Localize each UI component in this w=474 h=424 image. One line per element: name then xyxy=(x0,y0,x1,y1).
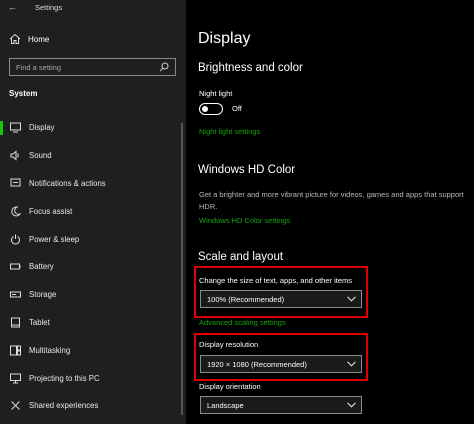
night-light-state: Off xyxy=(232,104,242,113)
sidebar-item-label: Storage xyxy=(29,290,57,300)
sidebar-item-sound[interactable]: Sound xyxy=(0,142,186,170)
brightness-heading: Brightness and color xyxy=(198,62,303,74)
hd-color-description: Get a brighter and more vibrant picture … xyxy=(199,190,464,211)
night-light-settings-link[interactable]: Night light settings xyxy=(199,127,260,136)
sidebar-item-shared-experiences[interactable]: Shared experiences xyxy=(0,392,186,420)
night-light-label: Night light xyxy=(199,89,233,98)
sidebar-item-storage[interactable]: Storage xyxy=(0,281,186,309)
battery-icon xyxy=(10,263,21,270)
display-orientation-label: Display orientation xyxy=(199,382,261,391)
title-bar: ← Settings xyxy=(0,0,186,14)
sidebar-item-battery[interactable]: Battery xyxy=(0,253,186,281)
tablet-icon xyxy=(11,317,20,328)
display-orientation-value: Landscape xyxy=(207,400,244,410)
monitor-icon xyxy=(10,122,21,133)
hd-color-heading: Windows HD Color xyxy=(198,164,296,176)
sidebar-item-label: Power & sleep xyxy=(29,234,80,244)
settings-window: ← Settings Home Find a setting System Di… xyxy=(0,0,474,424)
night-light-toggle[interactable] xyxy=(199,103,223,115)
multitasking-icon xyxy=(10,345,21,356)
advanced-scaling-link[interactable]: Advanced scaling settings xyxy=(199,318,286,327)
toggle-knob xyxy=(202,105,208,112)
notification-icon xyxy=(10,178,21,187)
active-indicator xyxy=(0,121,3,135)
sidebar-item-tablet[interactable]: Tablet xyxy=(0,309,186,337)
display-orientation-dropdown[interactable]: Landscape xyxy=(200,396,362,414)
display-resolution-value: 1920 × 1080 (Recommended) xyxy=(207,359,307,369)
sidebar-item-label: Multitasking xyxy=(29,345,71,355)
power-icon xyxy=(11,234,20,244)
sidebar-item-label: Battery xyxy=(29,262,54,272)
display-resolution-dropdown[interactable]: 1920 × 1080 (Recommended) xyxy=(200,355,362,373)
search-icon[interactable] xyxy=(159,62,169,72)
sidebar-item-label: Notifications & actions xyxy=(29,178,106,188)
section-title: System xyxy=(9,89,38,98)
sidebar-item-focus-assist[interactable]: Focus assist xyxy=(0,197,186,225)
sidebar-item-label: Sound xyxy=(29,151,52,161)
sidebar-scrollbar[interactable] xyxy=(181,123,183,415)
shared-experiences-icon xyxy=(11,401,20,411)
home-icon xyxy=(9,33,21,44)
sidebar-item-label: Display xyxy=(29,123,55,133)
sidebar-item-power-sleep[interactable]: Power & sleep xyxy=(0,225,186,253)
scale-layout-heading: Scale and layout xyxy=(198,251,284,263)
home-link[interactable]: Home xyxy=(0,30,186,48)
home-label: Home xyxy=(28,34,50,44)
page-title: Display xyxy=(198,30,251,47)
sidebar-item-label: Shared experiences xyxy=(29,401,99,411)
window-title: Settings xyxy=(35,2,63,12)
text-size-dropdown[interactable]: 100% (Recommended) xyxy=(200,290,362,308)
search-box[interactable]: Find a setting xyxy=(9,58,176,76)
sidebar-item-label: Projecting to this PC xyxy=(29,373,100,383)
text-size-label: Change the size of text, apps, and other… xyxy=(199,276,353,285)
sidebar-item-label: Tablet xyxy=(29,317,50,327)
sidebar-item-notifications[interactable]: Notifications & actions xyxy=(0,170,186,198)
speaker-icon xyxy=(10,150,19,161)
sidebar-nav: Display Sound Notifications & actions Fo… xyxy=(0,114,186,420)
sidebar: ← Settings Home Find a setting System Di… xyxy=(0,0,186,424)
chevron-down-icon xyxy=(347,402,356,408)
sidebar-item-multitasking[interactable]: Multitasking xyxy=(0,336,186,364)
display-resolution-label: Display resolution xyxy=(199,340,259,349)
main-content: Display Brightness and color Night light… xyxy=(186,0,474,424)
storage-icon xyxy=(10,291,21,298)
search-input[interactable]: Find a setting xyxy=(16,63,159,72)
text-size-value: 100% (Recommended) xyxy=(207,294,285,304)
sidebar-item-display[interactable]: Display xyxy=(0,114,186,142)
projector-icon xyxy=(10,373,21,384)
back-arrow-icon[interactable]: ← xyxy=(8,2,22,12)
sidebar-item-label: Focus assist xyxy=(29,206,73,216)
chevron-down-icon xyxy=(347,361,356,367)
chevron-down-icon xyxy=(347,296,356,302)
hd-color-settings-link[interactable]: Windows HD Color settings xyxy=(199,216,290,225)
moon-icon xyxy=(11,206,21,217)
sidebar-item-projecting[interactable]: Projecting to this PC xyxy=(0,364,186,392)
